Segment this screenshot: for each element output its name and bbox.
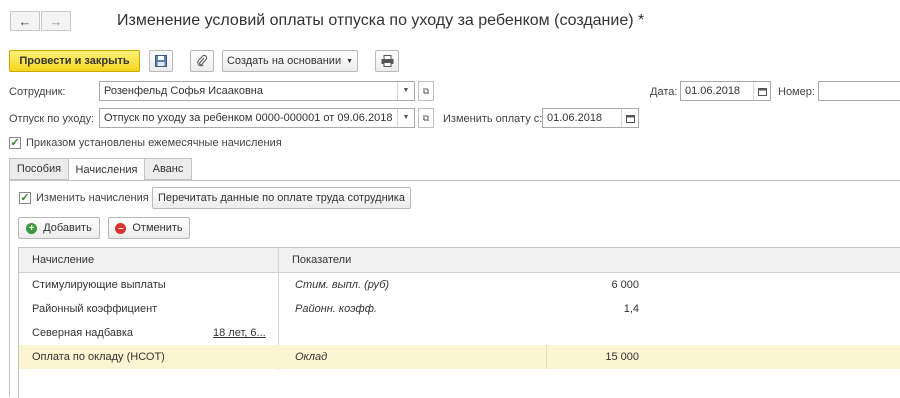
printer-icon — [381, 55, 393, 67]
reread-data-button[interactable]: Перечитать данные по оплате труда сотруд… — [152, 187, 411, 209]
arrow-right-icon: → — [49, 13, 63, 29]
checkmark-icon: ✓ — [20, 192, 30, 204]
chevron-down-icon: ▼ — [346, 57, 354, 65]
leave-open-button[interactable]: ⧉ — [418, 108, 434, 128]
open-link-icon: ⧉ — [422, 112, 430, 123]
checkmark-icon: ✓ — [10, 137, 20, 149]
accrual-extra-link[interactable]: 18 лет, 6... — [213, 327, 266, 339]
cancel-button[interactable]: – Отменить — [108, 217, 190, 239]
number-field[interactable] — [818, 81, 900, 101]
employee-label: Сотрудник: — [9, 86, 66, 98]
indicator-name: Районн. коэфф. — [295, 303, 377, 315]
table-row[interactable]: Районный коэффициент Районн. коэфф. 1,4 — [19, 297, 900, 321]
page-title: Изменение условий оплаты отпуска по уход… — [117, 12, 645, 29]
accrual-name: Районный коэффициент — [32, 303, 158, 315]
employee-dropdown-button[interactable]: ▼ — [397, 82, 414, 100]
change-accruals-checkbox[interactable]: ✓ — [19, 192, 31, 204]
tab-benefits[interactable]: Пособия — [9, 158, 69, 180]
tab-benefits-label: Пособия — [16, 163, 62, 175]
indicator-value: 6 000 — [611, 279, 639, 291]
tab-accruals[interactable]: Начисления — [68, 158, 145, 181]
floppy-disk-icon — [155, 55, 167, 67]
change-from-value: 01.06.2018 — [547, 112, 603, 124]
back-button[interactable]: ← — [10, 11, 40, 31]
open-link-icon: ⧉ — [422, 85, 430, 96]
date-label: Дата: — [650, 86, 678, 98]
change-from-label: Изменить оплату с: — [443, 113, 543, 125]
change-from-field[interactable]: 01.06.2018 — [542, 108, 639, 128]
change-from-calendar-button[interactable] — [621, 109, 638, 127]
leave-value: Отпуск по уходу за ребенком 0000-000001 … — [104, 112, 393, 124]
attach-button[interactable] — [190, 50, 214, 72]
column-header-accrual[interactable]: Начисление — [32, 254, 94, 266]
create-based-on-button[interactable]: Создать на основании ▼ — [222, 50, 358, 72]
chevron-down-icon: ▼ — [402, 87, 410, 94]
minus-circle-icon: – — [115, 222, 127, 234]
indicator-name: Оклад — [295, 351, 328, 363]
accrual-name: Северная надбавка — [32, 327, 134, 339]
value-cell-divider — [546, 345, 547, 369]
calendar-icon — [757, 87, 767, 96]
reread-data-label: Перечитать данные по оплате труда сотруд… — [158, 192, 405, 204]
accruals-table: Начисление Показатели Стимулирующие выпл… — [18, 247, 900, 398]
change-accruals-label: Изменить начисления — [36, 192, 149, 204]
number-label: Номер: — [778, 86, 815, 98]
cancel-button-label: Отменить — [132, 222, 183, 234]
employee-value: Розенфельд Софья Исааковна — [104, 85, 263, 97]
calendar-icon — [625, 114, 635, 123]
date-value: 01.06.2018 — [685, 85, 741, 97]
post-and-close-label: Провести и закрыть — [19, 55, 130, 67]
employee-open-button[interactable]: ⧉ — [418, 81, 434, 101]
forward-button[interactable]: → — [41, 11, 71, 31]
post-and-close-button[interactable]: Провести и закрыть — [9, 50, 140, 72]
add-button[interactable]: + Добавить — [18, 217, 100, 239]
column-header-indicators[interactable]: Показатели — [292, 254, 351, 266]
order-checkbox[interactable]: ✓ — [9, 137, 21, 149]
table-header: Начисление Показатели — [19, 248, 900, 273]
indicator-name: Стим. выпл. (руб) — [295, 279, 390, 291]
tab-advance[interactable]: Аванс — [144, 158, 192, 180]
date-calendar-button[interactable] — [753, 82, 770, 100]
leave-field[interactable]: Отпуск по уходу за ребенком 0000-000001 … — [99, 108, 415, 128]
leave-dropdown-button[interactable]: ▼ — [397, 109, 414, 127]
print-button[interactable] — [375, 50, 399, 72]
order-checkbox-label: Приказом установлены ежемесячные начисле… — [26, 137, 282, 149]
create-based-on-label: Создать на основании — [226, 55, 342, 67]
table-row[interactable]: Северная надбавка 18 лет, 6... — [19, 321, 900, 345]
tab-advance-label: Аванс — [152, 163, 184, 175]
employee-field[interactable]: Розенфельд Софья Исааковна ▼ — [99, 81, 415, 101]
plus-circle-icon: + — [26, 222, 38, 234]
arrow-left-icon: ← — [18, 13, 32, 29]
chevron-down-icon: ▼ — [402, 114, 410, 121]
table-row[interactable]: Стимулирующие выплаты Стим. выпл. (руб) … — [19, 273, 900, 297]
leave-label: Отпуск по уходу: — [9, 113, 95, 125]
accrual-name: Стимулирующие выплаты — [32, 279, 166, 291]
indicator-value: 15 000 — [605, 351, 639, 363]
paperclip-icon — [197, 55, 208, 67]
add-button-label: Добавить — [43, 222, 92, 234]
indicator-value: 1,4 — [623, 303, 639, 315]
table-row-selected[interactable]: Оплата по окладу (НСОТ) Оклад 15 000 — [19, 345, 900, 369]
save-button[interactable] — [149, 50, 173, 72]
accrual-name: Оплата по окладу (НСОТ) — [32, 351, 165, 363]
tab-accruals-label: Начисления — [75, 163, 138, 176]
date-field[interactable]: 01.06.2018 — [680, 81, 771, 101]
